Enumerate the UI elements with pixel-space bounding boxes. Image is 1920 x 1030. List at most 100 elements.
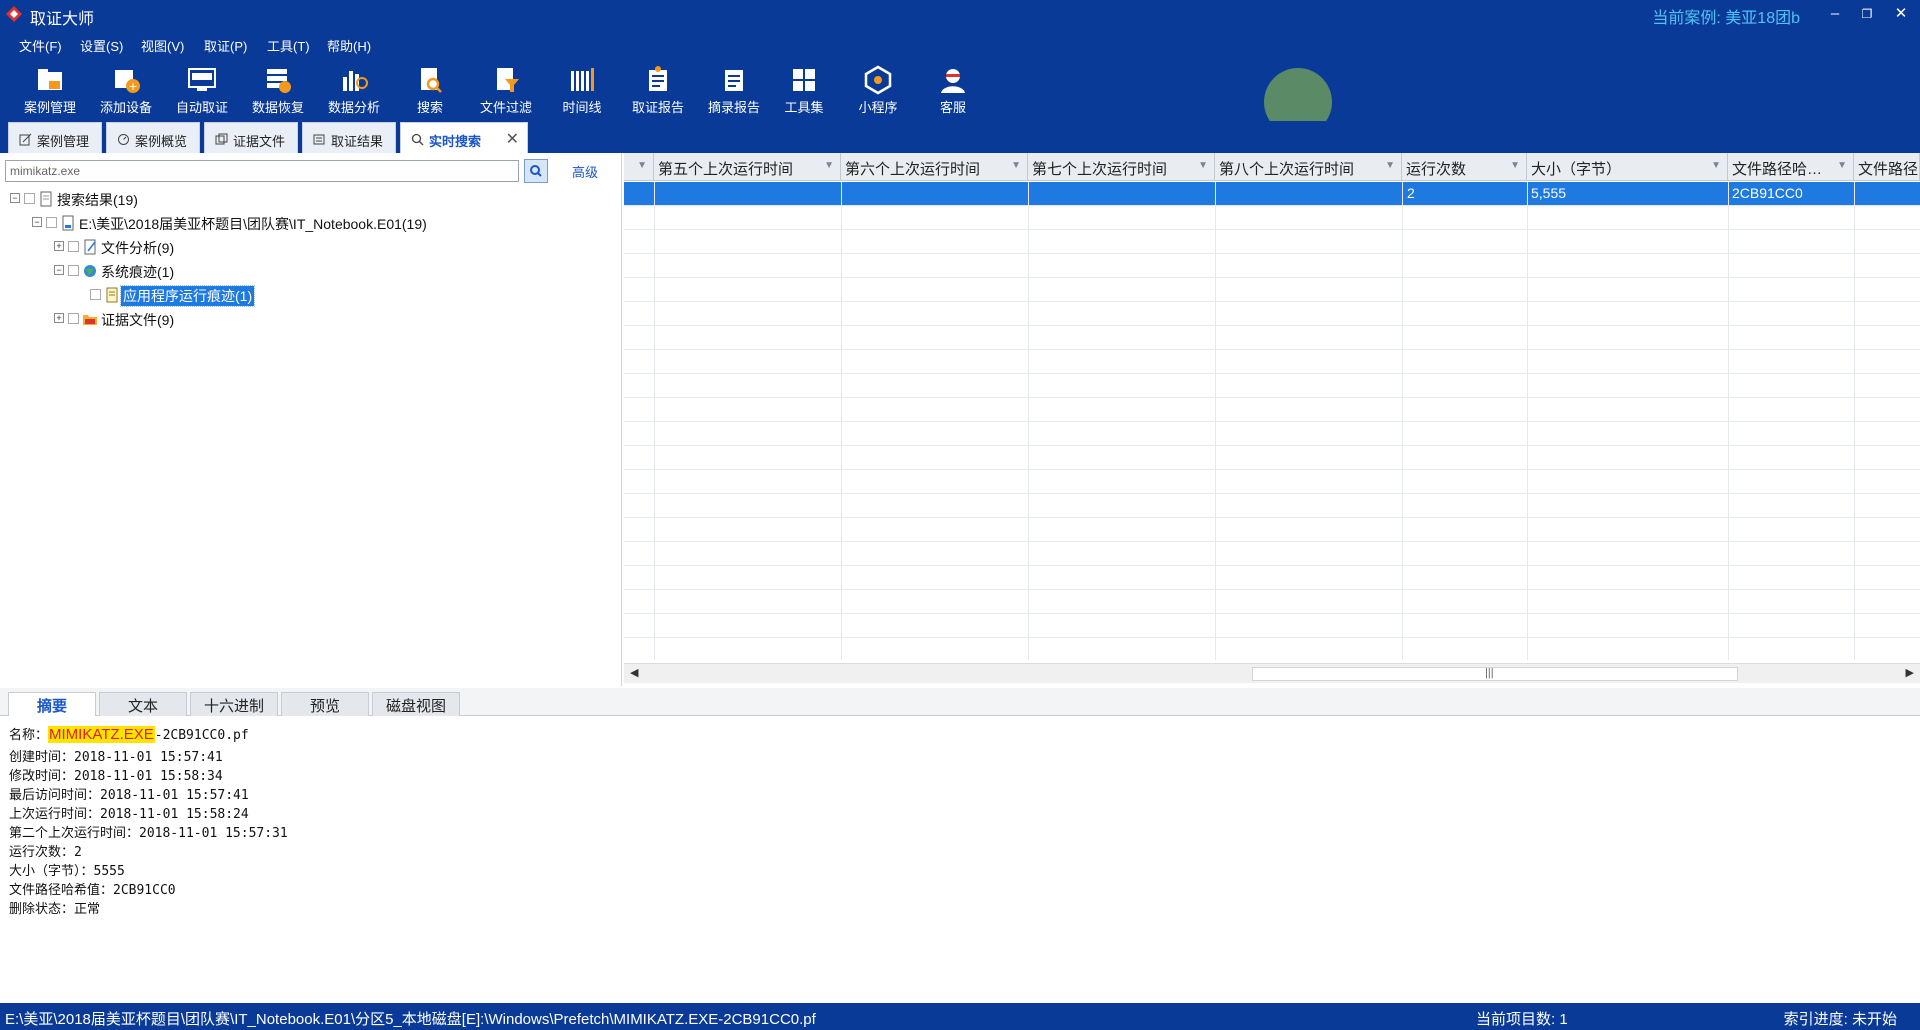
tree-node-evidence-files[interactable]: + 证据文件(9) [0, 308, 600, 330]
menu-bar: 文件(F) 设置(S) 视图(V) 取证(P) 工具(T) 帮助(H) [0, 29, 1920, 59]
filter-icon[interactable]: ▼ [1510, 160, 1520, 171]
horizontal-scrollbar[interactable]: ◀ ||| ▶ [624, 663, 1920, 683]
tree-checkbox[interactable] [68, 265, 79, 276]
scroll-right-arrow[interactable]: ▶ [1906, 666, 1914, 679]
menu-settings[interactable]: 设置(S) [80, 36, 123, 55]
collapse-toggle[interactable]: − [10, 193, 20, 203]
file-filter-button[interactable]: 文件过滤 [468, 61, 544, 119]
search-submit-button[interactable] [524, 159, 548, 183]
filter-icon[interactable]: ▼ [1385, 160, 1395, 171]
filter-icon[interactable]: ▼ [637, 160, 647, 171]
tab-case-management[interactable]: 案例管理 [8, 122, 102, 153]
filter-icon[interactable]: ▼ [1711, 160, 1721, 171]
search-icon [421, 68, 442, 93]
tree-node-search-results[interactable]: − 搜索结果(19) [0, 188, 600, 210]
status-file-path: E:\美亚\2018届美亚杯题目\团队赛\IT_Notebook.E01\分区5… [5, 1011, 816, 1028]
auto-forensics-icon [188, 68, 216, 91]
column-header[interactable]: 运行次数 ▼ [1402, 153, 1527, 181]
collapse-toggle[interactable]: − [32, 217, 42, 227]
scrollbar-thumb[interactable]: ||| [1252, 667, 1738, 681]
table-cell: 2CB91CC0 [1732, 185, 1803, 201]
tab-preview[interactable]: 预览 [281, 692, 369, 716]
column-header[interactable]: 文件路径 [1854, 153, 1920, 181]
svg-text:+: + [128, 80, 137, 93]
summary-name-line: 名称：MIMIKATZ.EXE-2CB91CC0.pf [9, 726, 249, 743]
timeline-button[interactable]: 时间线 [544, 61, 620, 119]
column-header[interactable]: 第七个上次运行时间 ▼ [1028, 153, 1215, 181]
minimize-button[interactable]: – [1820, 2, 1850, 26]
tree-node-file-analysis[interactable]: + 文件分析(9) [0, 236, 600, 258]
tab-forensics-results[interactable]: 取证结果 [302, 122, 396, 153]
data-analysis-button[interactable]: 数据分析 [316, 61, 392, 119]
toolset-icon [793, 69, 815, 91]
tab-realtime-search[interactable]: 实时搜索 ✕ [400, 122, 528, 153]
tab-text[interactable]: 文本 [99, 692, 187, 716]
menu-help[interactable]: 帮助(H) [327, 36, 371, 55]
mini-program-icon [864, 65, 892, 95]
tab-evidence-files[interactable]: 证据文件 [204, 122, 298, 153]
status-bar: E:\美亚\2018届美亚杯题目\团队赛\IT_Notebook.E01\分区5… [0, 1003, 1920, 1030]
summary-line: 修改时间：2018-11-01 15:58:34 [9, 769, 223, 784]
table-row[interactable]: 2 5,555 2CB91CC0 [624, 182, 1920, 205]
filter-icon[interactable]: ▼ [1011, 160, 1021, 171]
case-management-button[interactable]: 案例管理 [12, 61, 88, 119]
summary-line: 创建时间：2018-11-01 15:57:41 [9, 750, 223, 765]
column-header[interactable]: 大小（字节） ▼ [1527, 153, 1728, 181]
expand-toggle[interactable]: + [54, 313, 64, 323]
tab-disk-view[interactable]: 磁盘视图 [372, 692, 460, 716]
tab-summary[interactable]: 摘要 [8, 692, 96, 716]
search-button[interactable]: 搜索 [392, 61, 468, 119]
menu-view[interactable]: 视图(V) [141, 36, 184, 55]
excerpt-report-button[interactable]: 摘录报告 [696, 61, 772, 119]
advanced-search-link[interactable]: 高级 [572, 162, 598, 181]
tree-checkbox[interactable] [68, 241, 79, 252]
column-header-indicator[interactable]: ▼ [624, 153, 654, 181]
tab-case-overview[interactable]: 案例概览 [106, 122, 200, 153]
collapse-toggle[interactable]: − [54, 265, 64, 275]
menu-tools[interactable]: 工具(T) [267, 36, 310, 55]
column-header[interactable]: 第六个上次运行时间 ▼ [841, 153, 1028, 181]
tab-hex[interactable]: 十六进制 [190, 692, 278, 716]
close-button[interactable]: ✕ [1886, 2, 1916, 26]
column-header[interactable]: 第五个上次运行时间 ▼ [654, 153, 841, 181]
toolset-button[interactable]: 工具集 [766, 61, 842, 119]
expand-toggle[interactable]: + [54, 241, 64, 251]
summary-line: 最后访问时间：2018-11-01 15:57:41 [9, 788, 249, 803]
magnifier-icon [411, 133, 424, 146]
search-input[interactable] [5, 160, 519, 182]
tree-node-system-traces[interactable]: − 系统痕迹(1) [0, 260, 600, 282]
forensics-report-button[interactable]: 取证报告 [620, 61, 696, 119]
mini-program-button[interactable]: 小程序 [840, 61, 916, 119]
data-recovery-button[interactable]: 数据恢复 [240, 61, 316, 119]
tree-checkbox[interactable] [90, 289, 101, 300]
customer-service-button[interactable]: 客服 [915, 61, 991, 119]
tree-checkbox[interactable] [46, 217, 57, 228]
tab-close-icon[interactable]: ✕ [506, 129, 519, 149]
tree-node-app-run-traces[interactable]: 应用程序运行痕迹(1) [0, 284, 600, 307]
add-device-button[interactable]: + 添加设备 [88, 61, 164, 119]
scroll-grip-icon: ||| [1485, 667, 1494, 679]
tree-node-evidence-image[interactable]: − E:\美亚\2018届美亚杯题目\团队赛\IT_Notebook.E01(1… [0, 212, 600, 234]
menu-file[interactable]: 文件(F) [19, 36, 62, 55]
summary-line: 运行次数：2 [9, 845, 82, 860]
toolbar: 案例管理 + 添加设备 自动取证 数据恢复 数据分析 搜索 文件过滤 时间线 取… [0, 59, 1920, 121]
forensics-report-icon [649, 66, 667, 91]
auto-forensics-button[interactable]: 自动取证 [164, 61, 240, 119]
add-device-icon: + [115, 70, 140, 93]
edit-icon [19, 133, 32, 146]
detail-tab-strip: 摘要 文本 十六进制 预览 磁盘视图 [0, 688, 1920, 716]
column-header[interactable]: 文件路径哈… ▼ [1728, 153, 1854, 181]
document-icon [40, 191, 52, 207]
app-logo-icon [6, 6, 22, 22]
scroll-left-arrow[interactable]: ◀ [630, 666, 638, 679]
tree-checkbox[interactable] [24, 193, 35, 204]
filter-icon[interactable]: ▼ [1198, 160, 1208, 171]
menu-forensics[interactable]: 取证(P) [204, 36, 247, 55]
filter-icon[interactable]: ▼ [824, 160, 834, 171]
filter-icon[interactable]: ▼ [1837, 160, 1847, 171]
column-header[interactable]: 第八个上次运行时间 ▼ [1215, 153, 1402, 181]
restore-button[interactable]: ❐ [1852, 2, 1882, 26]
summary-line: 第二个上次运行时间：2018-11-01 15:57:31 [9, 826, 288, 841]
result-grid: ▼ 第五个上次运行时间 ▼ 第六个上次运行时间 ▼ 第七个上次运行时间 ▼ 第八个上次… [624, 153, 1920, 686]
tree-checkbox[interactable] [68, 313, 79, 324]
